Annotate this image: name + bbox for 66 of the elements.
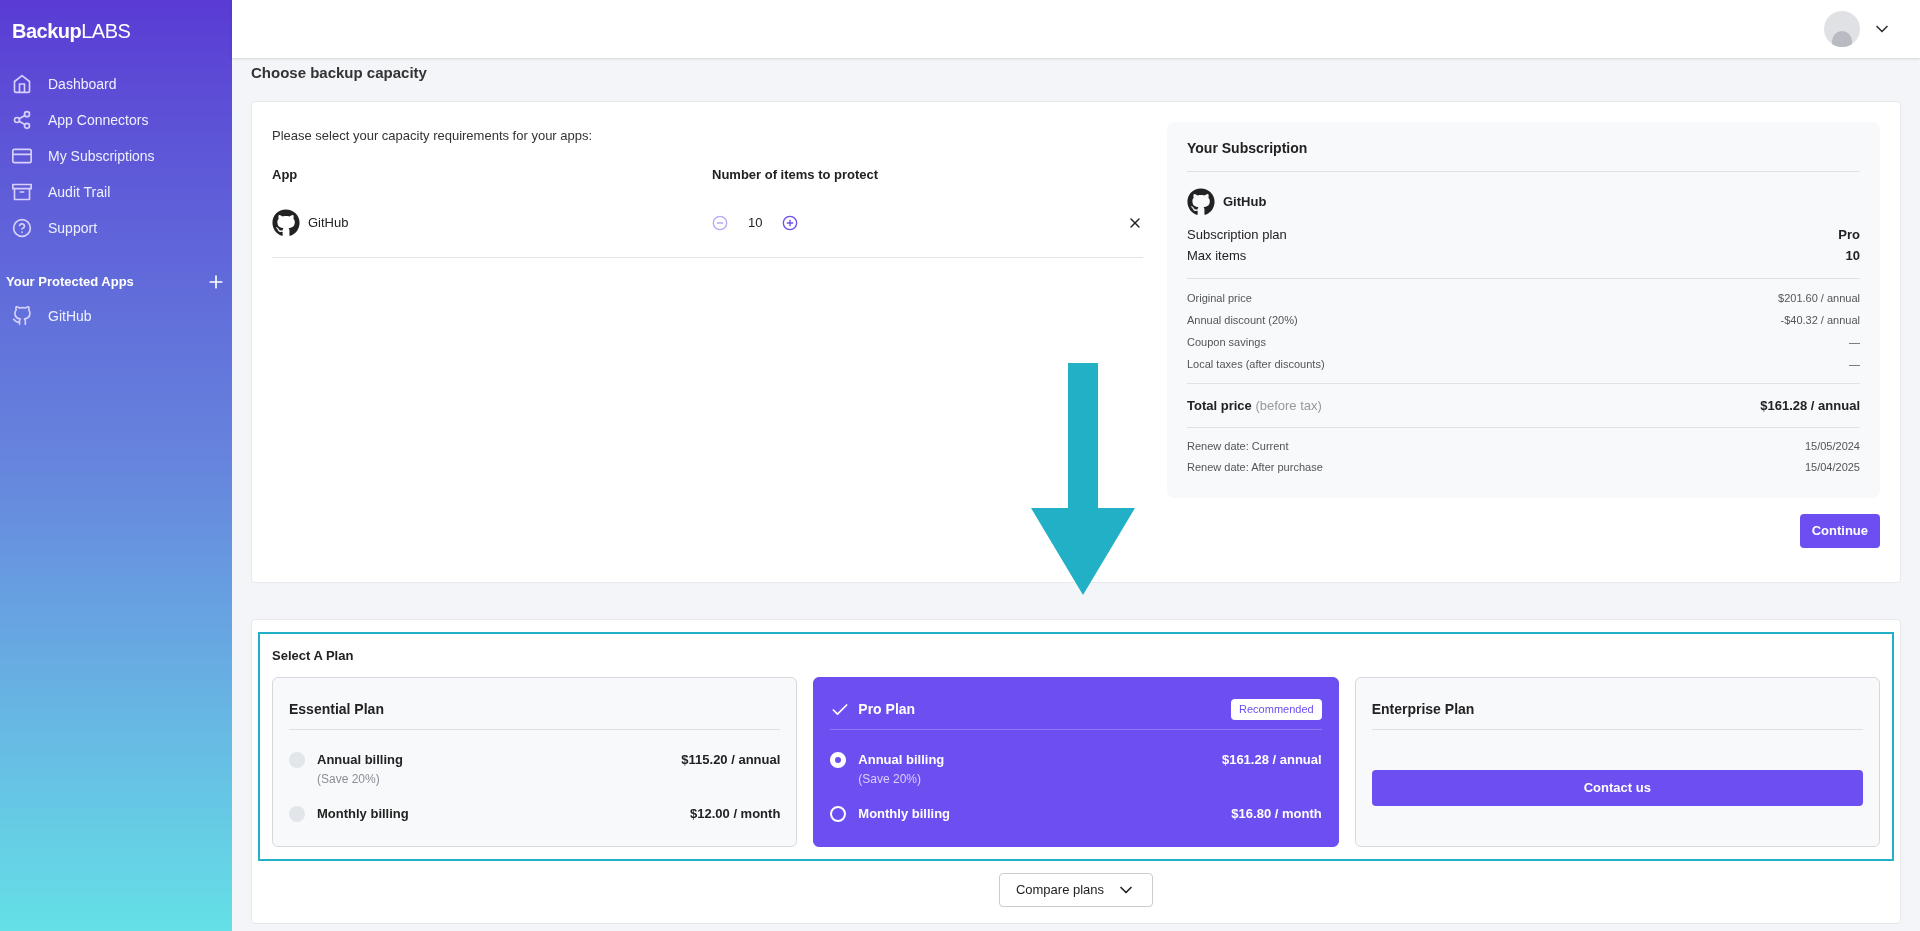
detail-label: Max items [1187, 246, 1247, 265]
continue-button[interactable]: Continue [1799, 514, 1880, 548]
plan-card[interactable]: Enterprise Plan Contact us [1354, 677, 1880, 847]
plan-name: Essential Plan [289, 700, 384, 719]
total-label: Total price (before tax) [1187, 396, 1322, 415]
price-label: Coupon savings [1187, 334, 1266, 350]
price-value: $201.60 / annual [1778, 290, 1860, 306]
price-label: Annual discount (20%) [1187, 312, 1298, 328]
app-name: GitHub [308, 213, 349, 232]
billing-option[interactable]: Annual billing [317, 750, 403, 770]
detail-value: Pro [1838, 225, 1860, 244]
home-icon [12, 74, 32, 94]
share-icon [12, 110, 32, 130]
nav-item[interactable]: App Connectors [0, 102, 232, 138]
price-value: — [1849, 356, 1860, 372]
renew-date: 15/04/2025 [1804, 460, 1860, 475]
help-icon [12, 218, 32, 238]
nav-item[interactable]: My Subscriptions [0, 138, 232, 174]
plan-card[interactable]: Essential Plan Annual billing (Save 20%) $115.20 / annual Monthly billing $12.00 / month [272, 677, 798, 847]
logo: BackupLABS [11, 19, 132, 44]
price-label: Original price [1187, 290, 1252, 306]
github-icon [12, 306, 32, 326]
item-count: 10 [748, 213, 763, 232]
recommended-badge: Recommended [1231, 699, 1322, 720]
price-value: — [1849, 334, 1860, 350]
billing-price: $115.20 / annual [681, 751, 781, 769]
github-icon [272, 208, 300, 237]
plan-name: Pro Plan [858, 700, 916, 719]
radio-button[interactable] [830, 752, 847, 768]
card-icon [12, 146, 32, 166]
page-title: Choose backup capacity [251, 63, 428, 83]
renew-label: Renew date: Current [1187, 439, 1289, 454]
save-note: (Save 20%) [317, 770, 381, 788]
detail-value: 10 [1845, 246, 1860, 265]
plans-title: Select A Plan [272, 646, 355, 665]
nav-item[interactable]: Support [0, 210, 232, 246]
app-name: GitHub [1223, 192, 1267, 211]
github-icon [1187, 187, 1215, 216]
billing-price: $16.80 / month [1231, 804, 1322, 823]
nav-item[interactable]: Audit Trail [0, 174, 232, 210]
instruction-text: Please select your capacity requirements for your apps: [272, 126, 594, 145]
plan-card[interactable]: Pro Plan Recommended Annual billing (Save 20%) $161.28 / annual Monthly billing $16.80 / month [813, 677, 1339, 847]
subscription-title: Your Subscription [1187, 137, 1860, 172]
column-header: Number of items to protect [712, 166, 879, 184]
nav-item[interactable]: Dashboard [0, 66, 232, 102]
billing-price: $161.28 / annual [1221, 751, 1322, 769]
billing-option[interactable]: Annual billing [858, 750, 945, 770]
billing-price: $12.00 / month [690, 804, 781, 823]
billing-option[interactable]: Monthly billing [317, 803, 409, 823]
price-label: Local taxes (after discounts) [1187, 356, 1325, 372]
detail-label: Subscription plan [1187, 225, 1287, 244]
save-note: (Save 20%) [858, 770, 923, 788]
archive-icon [12, 182, 32, 202]
contact-button[interactable]: Contact us [1371, 770, 1863, 806]
column-header: App [272, 166, 299, 184]
renew-date: 15/05/2024 [1804, 439, 1860, 454]
increment-icon[interactable] [782, 214, 799, 231]
billing-option[interactable]: Monthly billing [858, 803, 951, 823]
renew-label: Renew date: After purchase [1187, 460, 1323, 475]
plan-name: Enterprise Plan [1371, 700, 1475, 719]
compare-plans-button[interactable]: Compare plans [998, 873, 1154, 907]
radio-button[interactable] [830, 805, 847, 822]
price-value: -$40.32 / annual [1780, 312, 1860, 328]
app-item[interactable]: GitHub [0, 298, 232, 334]
total-value: $161.28 / annual [1760, 396, 1860, 415]
section-title: Your Protected Apps [6, 273, 134, 292]
